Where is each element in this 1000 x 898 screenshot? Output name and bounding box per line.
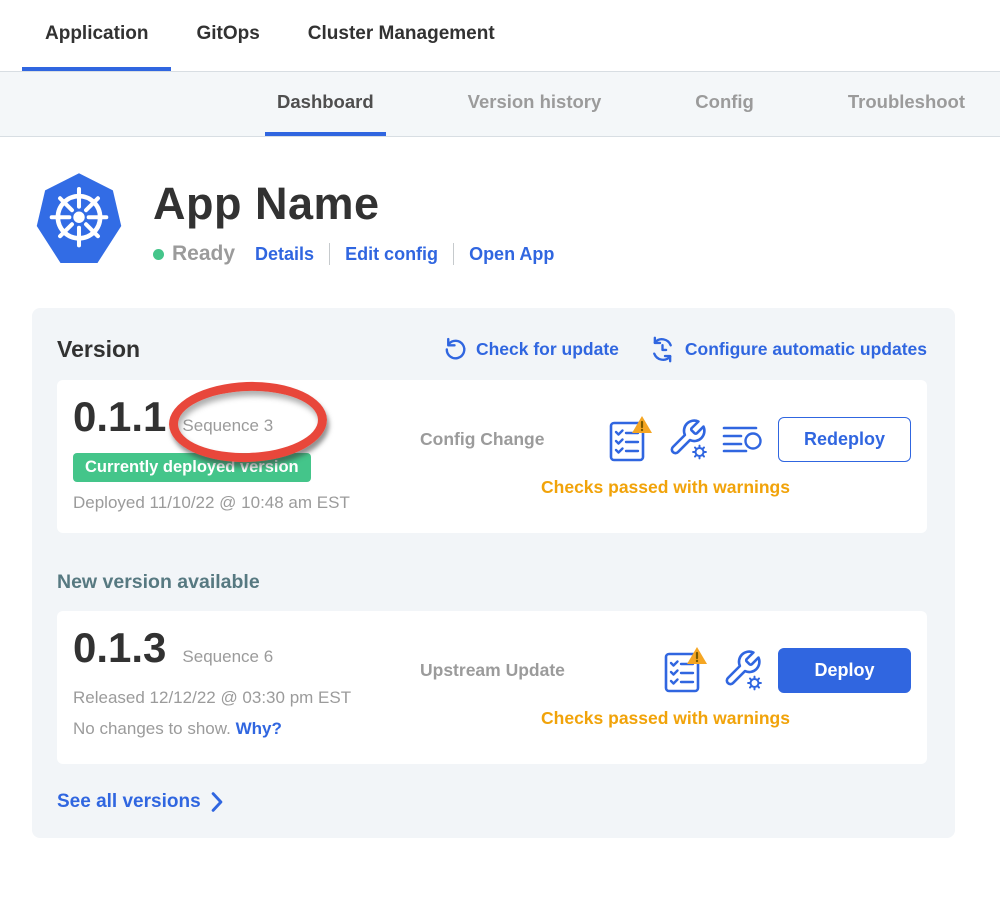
tab-troubleshoot[interactable]: Troubleshoot (836, 72, 977, 136)
current-release-info: 0.1.1 Sequence 3 Currently deployed vers… (73, 393, 420, 519)
app-title-block: App Name Ready Details Edit config Open … (153, 170, 554, 268)
chevron-right-icon (211, 792, 223, 812)
current-version-number: 0.1.1 (73, 393, 166, 441)
page-title: App Name (153, 178, 554, 230)
preflight-checks-icon[interactable] (663, 646, 708, 695)
nav-tab-gitops[interactable]: GitOps (173, 0, 282, 71)
status-badge: Ready (172, 242, 235, 266)
open-app-link[interactable]: Open App (469, 244, 554, 265)
why-link[interactable]: Why? (236, 719, 282, 738)
version-panel-title: Version (57, 336, 140, 363)
warning-triangle-icon (632, 416, 652, 433)
link-divider (453, 243, 454, 265)
details-link[interactable]: Details (255, 244, 314, 265)
current-release-actions: Config Change (420, 393, 911, 519)
edit-config-wrench-icon[interactable] (721, 648, 764, 692)
currently-deployed-badge: Currently deployed version (73, 453, 311, 482)
edit-config-link[interactable]: Edit config (345, 244, 438, 265)
primary-nav: Application GitOps Cluster Management (0, 0, 1000, 71)
app-header: App Name Ready Details Edit config Open … (35, 170, 1000, 268)
checks-status-text: Checks passed with warnings (420, 477, 911, 498)
configure-automatic-updates-label: Configure automatic updates (685, 339, 927, 360)
view-diff-icon[interactable] (722, 424, 764, 454)
auto-update-clock-icon (649, 336, 676, 363)
edit-config-wrench-icon[interactable] (666, 417, 709, 461)
release-action-icons (608, 415, 764, 464)
release-source-label: Upstream Update (420, 660, 565, 681)
new-version-number: 0.1.3 (73, 624, 166, 672)
refresh-icon (442, 337, 467, 362)
deployed-timestamp: Deployed 11/10/22 @ 10:48 am EST (73, 493, 420, 513)
tab-version-history[interactable]: Version history (456, 72, 614, 136)
status-dot-icon (153, 249, 164, 260)
check-for-update-label: Check for update (476, 339, 619, 360)
release-source-label: Config Change (420, 429, 544, 450)
no-changes-text: No changes to show. (73, 719, 231, 738)
tab-config[interactable]: Config (683, 72, 766, 136)
current-sequence-label: Sequence 3 (182, 416, 273, 436)
app-subnav: Dashboard Version history Config Trouble… (0, 71, 1000, 137)
see-all-versions-link[interactable]: See all versions (57, 791, 223, 813)
release-action-icons (663, 646, 764, 695)
checks-status-text: Checks passed with warnings (420, 708, 911, 729)
changes-note: No changes to show. Why? (73, 719, 420, 739)
new-release-actions: Upstream Update (420, 624, 911, 750)
current-release-card: 0.1.1 Sequence 3 Currently deployed vers… (57, 380, 927, 533)
kubernetes-logo-icon (35, 170, 123, 268)
version-panel-header: Version Check for update Configure autom… (57, 336, 927, 363)
app-status-row: Ready Details Edit config Open App (153, 242, 554, 266)
new-version-heading: New version available (57, 571, 927, 594)
new-sequence-label: Sequence 6 (182, 647, 273, 667)
nav-tab-application[interactable]: Application (22, 0, 171, 71)
configure-automatic-updates-button[interactable]: Configure automatic updates (649, 336, 927, 363)
released-timestamp: Released 12/12/22 @ 03:30 pm EST (73, 688, 420, 708)
redeploy-button[interactable]: Redeploy (778, 417, 911, 462)
version-panel: Version Check for update Configure autom… (32, 308, 955, 838)
see-all-versions-label: See all versions (57, 791, 201, 813)
nav-tab-cluster-management[interactable]: Cluster Management (285, 0, 518, 71)
new-release-card: 0.1.3 Sequence 6 Released 12/12/22 @ 03:… (57, 611, 927, 764)
tab-dashboard[interactable]: Dashboard (265, 72, 386, 136)
version-panel-actions: Check for update Configure automatic upd… (442, 336, 927, 363)
link-divider (329, 243, 330, 265)
warning-triangle-icon (687, 647, 707, 664)
check-for-update-button[interactable]: Check for update (442, 337, 619, 362)
new-release-info: 0.1.3 Sequence 6 Released 12/12/22 @ 03:… (73, 624, 420, 750)
preflight-checks-icon[interactable] (608, 415, 653, 464)
deploy-button[interactable]: Deploy (778, 648, 911, 693)
